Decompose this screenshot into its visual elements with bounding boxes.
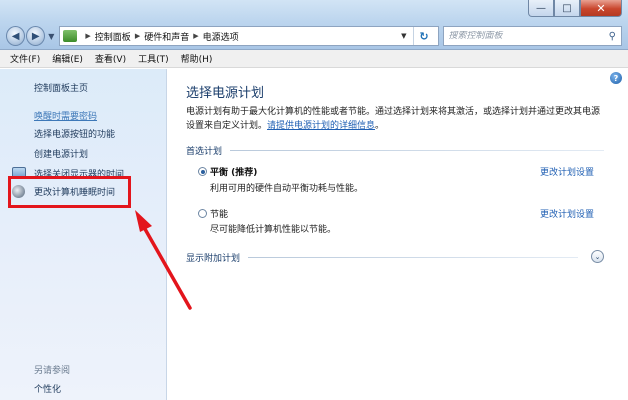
preferred-plans-heading: 首选计划	[186, 144, 604, 157]
breadcrumb-control-panel[interactable]: 控制面板	[95, 30, 131, 43]
page-description: 电源计划有助于最大化计算机的性能或者节能。通过选择计划来将其激活，或选择计划并通…	[186, 105, 606, 133]
plan-power-saver-radio[interactable]	[198, 209, 207, 218]
plan-power-saver-name[interactable]: 节能	[210, 207, 228, 220]
page-title: 选择电源计划	[186, 86, 265, 101]
breadcrumb-hardware-sound[interactable]: 硬件和声音	[144, 30, 189, 43]
menu-edit[interactable]: 编辑(E)	[46, 52, 89, 65]
menu-view[interactable]: 查看(V)	[89, 52, 132, 65]
search-input[interactable]	[448, 31, 609, 41]
highlight-box	[8, 176, 131, 208]
description-end: 。	[375, 121, 385, 131]
menu-file[interactable]: 文件(F)	[4, 52, 46, 65]
address-dropdown-icon[interactable]: ▼	[397, 32, 410, 40]
forward-arrow-icon[interactable]: ▶	[26, 26, 46, 46]
menu-bar: 文件(F) 编辑(E) 查看(V) 工具(T) 帮助(H)	[0, 50, 628, 68]
plan-details-link[interactable]: 请提供电源计划的详细信息	[267, 121, 375, 131]
navigation-bar: ◀ ▶ ▼ ▶ 控制面板 ▶ 硬件和声音 ▶ 电源选项 ▼ ↻ ⚲	[6, 25, 622, 47]
menu-help[interactable]: 帮助(H)	[175, 52, 219, 65]
see-also-heading: 另请参阅	[34, 366, 71, 376]
change-plan-settings-link[interactable]: 更改计划设置	[540, 165, 594, 178]
additional-plans-label[interactable]: 显示附加计划	[186, 251, 240, 264]
window-controls: — □ ✕	[528, 0, 622, 18]
description-text: 电源计划有助于最大化计算机的性能或者节能。通过选择计划来将其激活，或选择计划并通…	[186, 107, 601, 131]
change-plan-settings-link[interactable]: 更改计划设置	[540, 207, 594, 220]
sidebar-item-wake-password[interactable]: 唤醒时需要密码	[34, 109, 97, 122]
recent-pages-dropdown-icon[interactable]: ▼	[48, 32, 54, 41]
back-arrow-icon[interactable]: ◀	[6, 26, 26, 46]
maximize-icon[interactable]: □	[554, 0, 580, 17]
search-box[interactable]: ⚲	[442, 26, 622, 46]
main-content: ? 选择电源计划 电源计划有助于最大化计算机的性能或者节能。通过选择计划来将其激…	[168, 69, 628, 400]
control-panel-icon	[63, 30, 78, 42]
sidebar-home-link[interactable]: 控制面板主页	[34, 81, 88, 94]
additional-plans-heading[interactable]: 显示附加计划	[186, 251, 578, 264]
plan-balanced-desc: 利用可用的硬件自动平衡功耗与性能。	[210, 184, 364, 194]
title-bar: — □ ✕ ◀ ▶ ▼ ▶ 控制面板 ▶ 硬件和声音 ▶ 电源选项 ▼ ↻ ⚲	[0, 0, 628, 50]
divider	[230, 150, 604, 151]
divider	[248, 257, 578, 258]
refresh-icon[interactable]: ↻	[412, 27, 435, 45]
help-icon[interactable]: ?	[610, 72, 622, 84]
sidebar-item-power-button[interactable]: 选择电源按钮的功能	[34, 127, 115, 140]
breadcrumb-separator-icon[interactable]: ▶	[135, 32, 140, 40]
breadcrumb-separator-icon[interactable]: ▶	[193, 32, 198, 40]
search-icon[interactable]: ⚲	[609, 31, 616, 42]
plan-power-saver-desc: 尽可能降低计算机性能以节能。	[210, 225, 337, 235]
address-bar[interactable]: ▶ 控制面板 ▶ 硬件和声音 ▶ 电源选项 ▼ ↻	[59, 26, 439, 46]
breadcrumb-power-options[interactable]: 电源选项	[203, 30, 239, 43]
breadcrumb-separator-icon[interactable]: ▶	[85, 32, 90, 40]
plan-balanced-radio[interactable]	[198, 167, 207, 176]
menu-tools[interactable]: 工具(T)	[132, 52, 175, 65]
sidebar: 控制面板主页 唤醒时需要密码 选择电源按钮的功能 创建电源计划 选择关闭显示器的…	[0, 69, 167, 400]
preferred-plans-label: 首选计划	[186, 147, 223, 157]
minimize-icon[interactable]: —	[528, 0, 554, 17]
close-icon[interactable]: ✕	[580, 0, 622, 17]
sidebar-item-personalization[interactable]: 个性化	[34, 382, 61, 395]
chevron-down-icon[interactable]: ⌄	[591, 250, 604, 263]
address-bar-actions: ▼ ↻	[397, 27, 434, 45]
sidebar-item-create-plan[interactable]: 创建电源计划	[34, 147, 88, 160]
plan-balanced-name[interactable]: 平衡 (推荐)	[210, 165, 257, 178]
